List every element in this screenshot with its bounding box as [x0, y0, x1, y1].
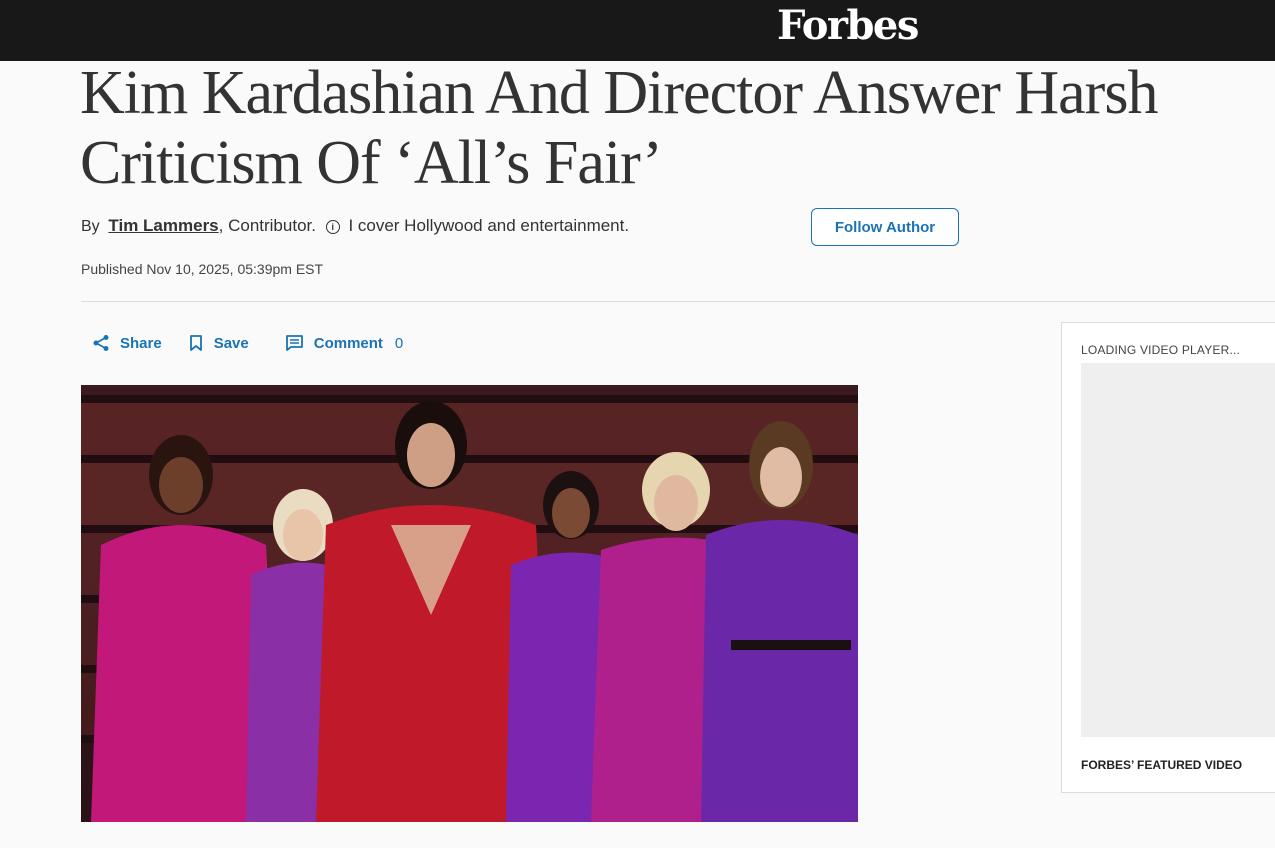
- video-player[interactable]: [1081, 363, 1275, 737]
- share-icon: [93, 335, 109, 351]
- bookmark-icon: [189, 335, 202, 351]
- author-link[interactable]: Tim Lammers: [108, 216, 218, 235]
- share-label: Share: [120, 334, 162, 352]
- hero-image: [81, 385, 858, 822]
- cast-photo: [81, 385, 858, 822]
- article-actions: Share Save Comment 0: [92, 334, 403, 352]
- divider: [81, 301, 1275, 302]
- forbes-logo[interactable]: Forbes: [777, 2, 919, 49]
- published-date: Published Nov 10, 2025, 05:39pm EST: [81, 261, 324, 277]
- author-description: I cover Hollywood and entertainment.: [348, 216, 630, 235]
- top-navigation-bar: Forbes: [0, 0, 1275, 61]
- featured-video-panel: LOADING VIDEO PLAYER... FORBES’ FEATURED…: [1061, 322, 1275, 793]
- comment-button[interactable]: Comment 0: [285, 334, 404, 352]
- author-role: , Contributor.: [218, 216, 316, 235]
- save-label: Save: [213, 334, 249, 352]
- comment-count: 0: [394, 334, 404, 352]
- follow-author-button[interactable]: Follow Author: [811, 208, 959, 246]
- comment-icon: [285, 335, 303, 351]
- byline-prefix: By: [81, 218, 100, 235]
- comment-label: Comment: [313, 334, 383, 352]
- info-icon[interactable]: i: [325, 220, 340, 234]
- article-headline: Kim Kardashian And Director Answer Harsh…: [80, 59, 1158, 197]
- featured-video-label: FORBES’ FEATURED VIDEO: [1081, 758, 1243, 772]
- share-button[interactable]: Share: [92, 334, 162, 352]
- save-button[interactable]: Save: [188, 334, 249, 352]
- byline: By Tim Lammers, Contributor. i I cover H…: [81, 216, 629, 236]
- loading-video-label: LOADING VIDEO PLAYER...: [1081, 343, 1241, 357]
